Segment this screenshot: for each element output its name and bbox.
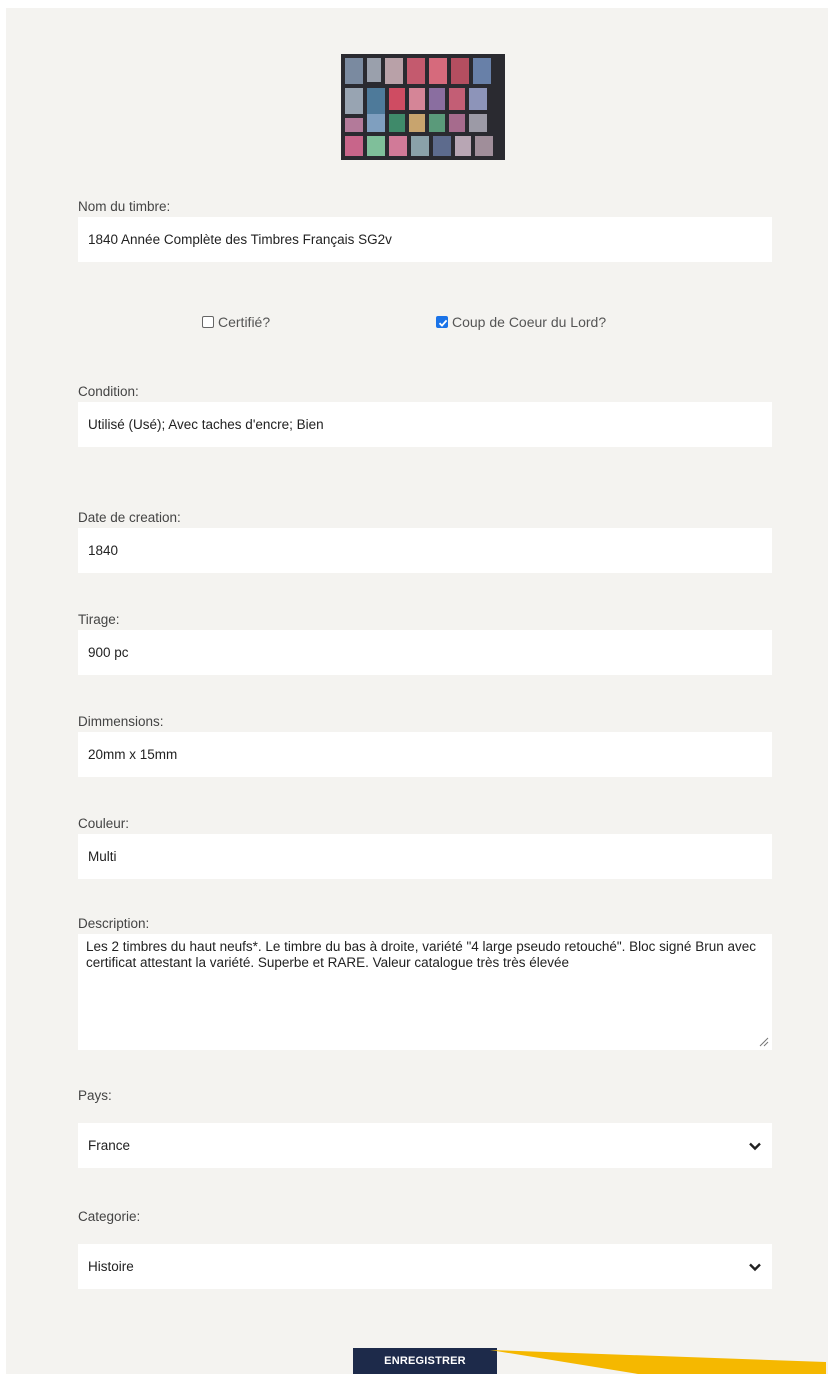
dimensions-input[interactable]: 20mm x 15mm: [78, 732, 772, 777]
stamp-collection-image: [341, 54, 505, 160]
print-run-label: Tirage:: [78, 612, 120, 627]
dimensions-label: Dimmensions:: [78, 714, 164, 729]
favorite-label: Coup de Coeur du Lord?: [452, 314, 607, 330]
certified-checkbox[interactable]: [202, 316, 214, 328]
country-selected-value: France: [88, 1138, 131, 1153]
certified-checkbox-group[interactable]: Certifié?: [202, 314, 270, 330]
checkmark-icon: [438, 319, 448, 327]
resize-handle-icon[interactable]: [758, 1036, 769, 1047]
save-button[interactable]: ENREGISTRER: [353, 1348, 497, 1374]
name-input[interactable]: 1840 Année Complète des Timbres Français…: [78, 217, 772, 262]
date-label: Date de creation:: [78, 510, 181, 525]
description-textarea[interactable]: Les 2 timbres du haut neufs*. Le timbre …: [78, 934, 772, 1050]
favorite-checkbox[interactable]: [436, 316, 448, 328]
name-label: Nom du timbre:: [78, 199, 171, 214]
category-selected-value: Histoire: [88, 1259, 134, 1274]
chevron-down-icon: [749, 1263, 761, 1271]
condition-label: Condition:: [78, 384, 139, 399]
chevron-down-icon: [749, 1142, 761, 1150]
country-label: Pays:: [78, 1088, 112, 1103]
color-label: Couleur:: [78, 816, 130, 831]
description-text: Les 2 timbres du haut neufs*. Le timbre …: [86, 939, 756, 970]
annotation-arrow: [490, 1350, 826, 1374]
condition-input[interactable]: Utilisé (Usé); Avec taches d'encre; Bien: [78, 402, 772, 447]
description-label: Description:: [78, 916, 150, 931]
favorite-checkbox-group[interactable]: Coup de Coeur du Lord?: [436, 314, 606, 330]
date-input[interactable]: 1840: [78, 528, 772, 573]
color-input[interactable]: Multi: [78, 834, 772, 879]
category-select[interactable]: Histoire: [78, 1244, 772, 1289]
category-label: Categorie:: [78, 1209, 141, 1224]
country-select[interactable]: France: [78, 1123, 772, 1168]
certified-label: Certifié?: [218, 314, 271, 330]
print-run-input[interactable]: 900 pc: [78, 630, 772, 675]
